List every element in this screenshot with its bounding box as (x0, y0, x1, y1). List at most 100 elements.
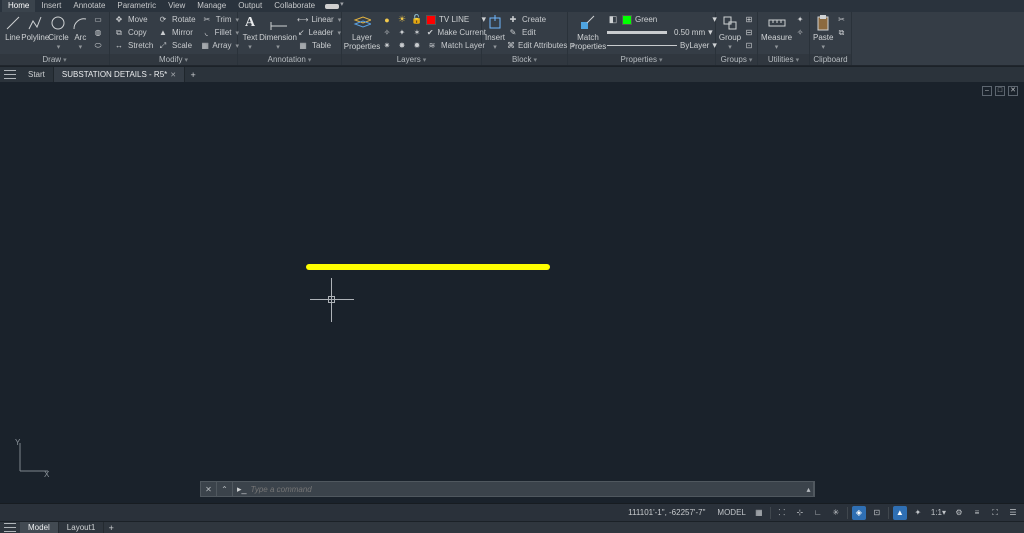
util-tool-1[interactable]: ✦ (794, 13, 807, 26)
cmd-close[interactable]: ✕ (201, 482, 217, 496)
layout-model[interactable]: Model (20, 522, 59, 533)
menu-manage[interactable]: Manage (191, 0, 232, 12)
tool-mirror[interactable]: ▲Mirror (157, 26, 199, 39)
viewport-min[interactable]: – (982, 86, 992, 96)
tool-stretch[interactable]: ↔Stretch (113, 39, 155, 52)
tool-line[interactable]: Line (3, 13, 22, 42)
viewport-close[interactable]: ✕ (1008, 86, 1018, 96)
menu-output[interactable]: Output (232, 0, 268, 12)
menu-view[interactable]: View (162, 0, 191, 12)
tool-arc[interactable]: Arc▾ (71, 13, 90, 52)
match-layer-button[interactable]: ≋Match Layer (426, 39, 486, 52)
panel-modify-title[interactable]: Modify▾ (110, 54, 237, 65)
linetype-selector[interactable]: ByLayer ▾ (607, 39, 717, 52)
panel-layers-title[interactable]: Layers▾ (342, 54, 481, 65)
layout-add[interactable]: + (104, 522, 118, 533)
draw-extra-1[interactable]: ▭ (92, 13, 106, 26)
group-tool-3[interactable]: ⊡ (743, 39, 756, 52)
layer-selector[interactable]: ● ☀ 🔓 TV LINE ▾ (381, 13, 486, 26)
block-edit-attr[interactable]: ⌘Edit Attributes▾ (507, 39, 567, 52)
tool-measure[interactable]: Measure▾ (761, 13, 792, 52)
color-selector[interactable]: ◧ Green ▾ (607, 13, 717, 26)
tool-array[interactable]: ▦Array▾ (201, 39, 239, 52)
command-line[interactable]: ✕ ⌃ ▸_ ▴ (200, 481, 815, 497)
status-space[interactable]: MODEL (715, 506, 747, 520)
layer-tool-5[interactable]: ✸ (396, 39, 409, 52)
panel-groups-title[interactable]: Groups▾ (716, 54, 757, 65)
drawing-canvas[interactable]: – □ ✕ Y X ✕ ⌃ ▸_ ▴ (0, 82, 1024, 503)
layer-tool-2[interactable]: ✦ (396, 26, 409, 39)
status-osnap[interactable]: ⊡ (870, 506, 884, 520)
panel-properties-title[interactable]: Properties▾ (568, 54, 715, 65)
panel-draw-title[interactable]: Draw▾ (0, 54, 109, 65)
layer-tool-6[interactable]: ✹ (411, 39, 424, 52)
status-gear[interactable]: ✦ (911, 506, 925, 520)
status-max[interactable]: ⛶ (988, 506, 1002, 520)
tool-paste[interactable]: Paste▾ (813, 13, 833, 52)
tab-current-file[interactable]: SUBSTATION DETAILS - R5*✕ (54, 67, 185, 82)
tool-trim[interactable]: ✂Trim▾ (201, 13, 239, 26)
tab-close-icon[interactable]: ✕ (170, 72, 176, 79)
menu-collaborate[interactable]: Collaborate (268, 0, 321, 12)
status-grid[interactable]: ▦ (752, 506, 766, 520)
layer-tool-3[interactable]: ✶ (411, 26, 424, 39)
layout-layout1[interactable]: Layout1 (59, 522, 104, 533)
tool-rotate[interactable]: ⟳Rotate (157, 13, 199, 26)
tool-dimension[interactable]: Dimension▾ (261, 13, 295, 52)
viewport-max[interactable]: □ (995, 86, 1005, 96)
block-edit[interactable]: ✎Edit (507, 26, 567, 39)
tool-insert[interactable]: Insert▾ (485, 13, 505, 52)
lineweight-selector[interactable]: 0.50 mm ▾ (607, 26, 717, 39)
status-annoscale[interactable]: ▲ (893, 506, 907, 520)
match-properties-button[interactable]: Match Properties (571, 13, 605, 51)
new-tab-button[interactable]: + (185, 67, 201, 82)
status-ortho[interactable]: ∟ (811, 506, 825, 520)
menu-home[interactable]: Home (2, 0, 35, 12)
draw-extra-2[interactable]: ◍ (92, 26, 106, 39)
util-tool-2[interactable]: ✧ (794, 26, 807, 39)
tool-fillet[interactable]: ◟Fillet▾ (201, 26, 239, 39)
status-polar[interactable]: ✳ (829, 506, 843, 520)
group-tool-1[interactable]: ⊞ (743, 13, 756, 26)
block-create[interactable]: ✚Create (507, 13, 567, 26)
status-lwt[interactable]: ≡ (970, 506, 984, 520)
draw-extra-3[interactable]: ⬭ (92, 39, 106, 52)
drawn-line-entity[interactable] (306, 264, 550, 270)
menu-annotate[interactable]: Annotate (67, 0, 111, 12)
layout-menu[interactable] (0, 522, 20, 533)
doc-list-menu[interactable] (0, 67, 20, 82)
menu-parametric[interactable]: Parametric (111, 0, 162, 12)
group-tool-2[interactable]: ⊟ (743, 26, 756, 39)
status-customize[interactable]: ☰ (1006, 506, 1020, 520)
layer-properties-button[interactable]: Layer Properties (345, 13, 379, 51)
tool-text[interactable]: A Text▾ (241, 13, 259, 52)
status-snap[interactable]: ⸬ (775, 506, 789, 520)
cmd-options[interactable]: ⌃ (217, 482, 233, 496)
tool-leader[interactable]: ↙Leader▾ (297, 26, 341, 39)
clip-copy[interactable]: ⧉ (835, 26, 848, 39)
tool-circle[interactable]: Circle▾ (48, 13, 68, 52)
panel-block-title[interactable]: Block▾ (482, 54, 567, 65)
tool-polyline[interactable]: Polyline (24, 13, 46, 42)
cmd-scroll[interactable]: ▴ (804, 482, 814, 496)
status-infer[interactable]: ⊹ (793, 506, 807, 520)
make-current-button[interactable]: ✔Make Current (426, 26, 486, 39)
layer-tool-4[interactable]: ✷ (381, 39, 394, 52)
clip-cut[interactable]: ✂ (835, 13, 848, 26)
qat-dropdown-icon[interactable]: ▾ (340, 0, 344, 12)
tool-table[interactable]: ▦Table (297, 39, 341, 52)
command-input[interactable] (251, 485, 800, 494)
quick-access-add[interactable] (325, 4, 339, 9)
panel-utilities-title[interactable]: Utilities▾ (758, 54, 809, 65)
layer-tool-1[interactable]: ✧ (381, 26, 394, 39)
panel-annotation-title[interactable]: Annotation▾ (238, 54, 341, 65)
tool-copy[interactable]: ⧉Copy (113, 26, 155, 39)
tool-move[interactable]: ✥Move (113, 13, 155, 26)
tab-start[interactable]: Start (20, 67, 54, 82)
menu-insert[interactable]: Insert (35, 0, 67, 12)
tool-linear[interactable]: ⟷Linear▾ (297, 13, 341, 26)
tool-group[interactable]: Group▾ (719, 13, 741, 52)
status-gear2[interactable]: ⚙ (952, 506, 966, 520)
status-iso[interactable]: ◈ (852, 506, 866, 520)
tool-scale[interactable]: ⤢Scale (157, 39, 199, 52)
